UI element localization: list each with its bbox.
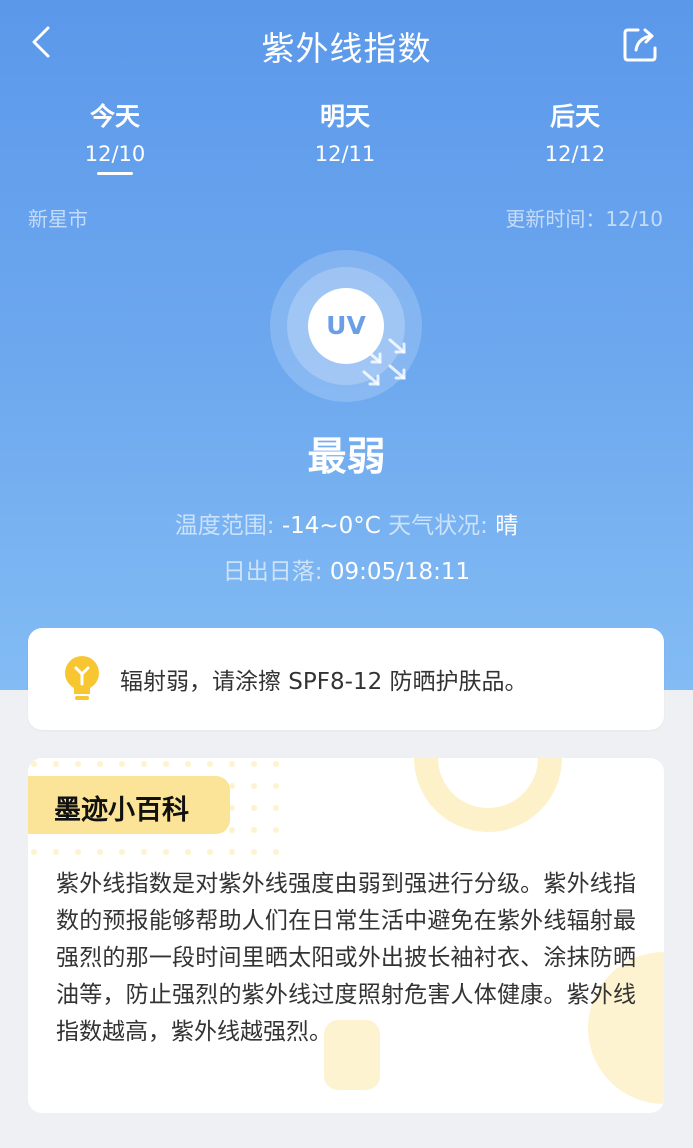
page-title: 紫外线指数 xyxy=(261,29,432,68)
lightbulb-icon xyxy=(65,656,99,700)
tab-day-label: 明天 xyxy=(319,102,370,131)
weather-summary: 温度范围: -14~0°C 天气状况: 晴 xyxy=(0,506,693,540)
sun-value: 09:05/18:11 xyxy=(329,559,471,585)
tab-date-label: 12/12 xyxy=(544,142,606,166)
temp-value: -14~0°C xyxy=(281,513,381,539)
wiki-body: 紫外线指数是对紫外线强度由弱到强进行分级。紫外线指数的预报能够帮助人们在日常生活… xyxy=(56,871,636,1045)
sun-rays-icon xyxy=(362,338,406,386)
sun-label: 日出日落: xyxy=(222,559,330,585)
wiki-card: 墨迹小百科 紫外线指数是对紫外线强度由弱到强进行分级。紫外线指数的预报能够帮助人… xyxy=(28,758,664,1113)
tab-day-label: 今天 xyxy=(89,102,140,131)
wiki-title: 墨迹小百科 xyxy=(54,795,189,826)
tab-date-label: 12/10 xyxy=(84,142,146,166)
uv-level: 最弱 xyxy=(307,435,386,480)
wiki-title-tag: 墨迹小百科 xyxy=(28,776,230,834)
day-tabs: 今天 12/10 明天 12/11 后天 12/12 xyxy=(0,100,693,180)
city-name: 新星市 xyxy=(28,207,88,231)
tab-tomorrow[interactable]: 明天 12/11 xyxy=(265,100,425,172)
condition-label: 天气状况: xyxy=(380,513,496,539)
update-time: 更新时间：12/10 xyxy=(505,207,663,231)
tip-text: 辐射弱，请涂擦 SPF8-12 防晒护肤品。 xyxy=(120,669,528,695)
top-bar: 紫外线指数 xyxy=(0,0,693,86)
temp-label: 温度范围: xyxy=(174,513,282,539)
uv-badge: UV xyxy=(270,250,422,402)
tab-day-label: 后天 xyxy=(549,102,600,131)
tab-today[interactable]: 今天 12/10 xyxy=(35,100,195,172)
tab-date-label: 12/11 xyxy=(314,142,376,166)
tip-card: 辐射弱，请涂擦 SPF8-12 防晒护肤品。 xyxy=(28,628,664,730)
tab-day-after-tomorrow[interactable]: 后天 12/12 xyxy=(495,100,655,172)
share-icon[interactable] xyxy=(618,22,662,66)
hero-panel: 紫外线指数 今天 12/10 明天 12/11 后天 12/12 新星市 更新时… xyxy=(0,0,693,690)
condition-value: 晴 xyxy=(495,513,519,539)
sunrise-sunset: 日出日落: 09:05/18:11 xyxy=(0,552,693,586)
active-tab-indicator xyxy=(97,172,133,175)
